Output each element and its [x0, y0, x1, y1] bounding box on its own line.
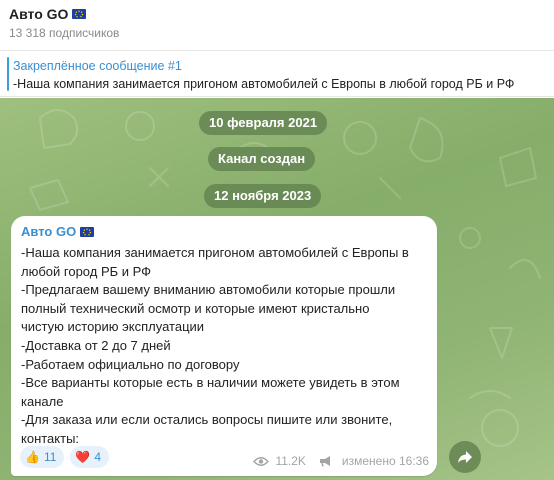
pinned-message-bar[interactable]: Закреплённое сообщение #1 -Наша компания…	[0, 51, 554, 97]
post-line: -Все варианты которые есть в наличии мож…	[21, 375, 400, 391]
channel-post[interactable]: Авто GO -Наша компания занимается пригон…	[11, 216, 437, 476]
pinned-indicator	[7, 57, 9, 91]
edited-timestamp: изменено 16:36	[341, 454, 429, 468]
post-line: -Доставка от 2 до 7 дней	[21, 337, 171, 353]
subscriber-count: 13 318 подписчиков	[9, 26, 120, 40]
pinned-text: -Наша компания занимается пригоном автом…	[13, 77, 515, 91]
megaphone-icon	[319, 456, 330, 467]
post-author[interactable]: Авто GO	[21, 224, 95, 239]
post-line: -Работаем официально по договору	[21, 356, 240, 372]
service-message: Канал создан	[208, 147, 316, 171]
reaction-count: 4	[94, 450, 102, 464]
eu-flag-icon	[72, 9, 87, 19]
post-author-name: Авто GO	[21, 224, 77, 239]
post-line: -Предлагаем вашему вниманию автомобили к…	[21, 282, 396, 298]
pinned-title: Закреплённое сообщение #1	[13, 59, 182, 73]
eu-flag-icon	[80, 226, 95, 237]
view-count: 11.2K	[275, 454, 306, 468]
post-line: -Наша компания занимается пригоном автом…	[21, 245, 409, 260]
post-text: -Наша компания занимается пригоном автом…	[21, 244, 431, 449]
channel-title[interactable]: Авто GO	[9, 6, 87, 22]
chat-area[interactable]: 10 февраля 2021 Канал создан 12 ноября 2…	[0, 98, 554, 480]
channel-name: Авто GO	[9, 6, 69, 22]
chat-header[interactable]: Авто GO 13 318 подписчиков	[0, 0, 554, 51]
post-line: любой город РБ и РФ	[21, 263, 152, 279]
post-line: -Для заказа или если остались вопросы пи…	[21, 412, 393, 428]
share-button[interactable]	[449, 441, 481, 473]
date-separator: 12 ноября 2023	[204, 184, 322, 208]
post-meta: 11.2K изменено 16:36	[253, 454, 429, 468]
heart-icon: ❤️	[75, 450, 91, 464]
thumbs-up-icon: 👍	[25, 450, 40, 464]
post-line: чистую историю эксплуатации	[21, 319, 205, 335]
eye-icon	[253, 456, 270, 466]
share-arrow-icon	[458, 451, 472, 463]
post-line: канале	[21, 393, 64, 409]
post-line: полный технический осмотр и которые имею…	[21, 300, 370, 316]
reaction-thumbs-up[interactable]: 👍 11	[20, 446, 65, 468]
date-separator: 10 февраля 2021	[199, 111, 328, 135]
reactions-row: 👍 11 ❤️ 4	[20, 446, 110, 468]
reaction-heart[interactable]: ❤️ 4	[70, 446, 110, 468]
reaction-count: 11	[43, 450, 57, 464]
